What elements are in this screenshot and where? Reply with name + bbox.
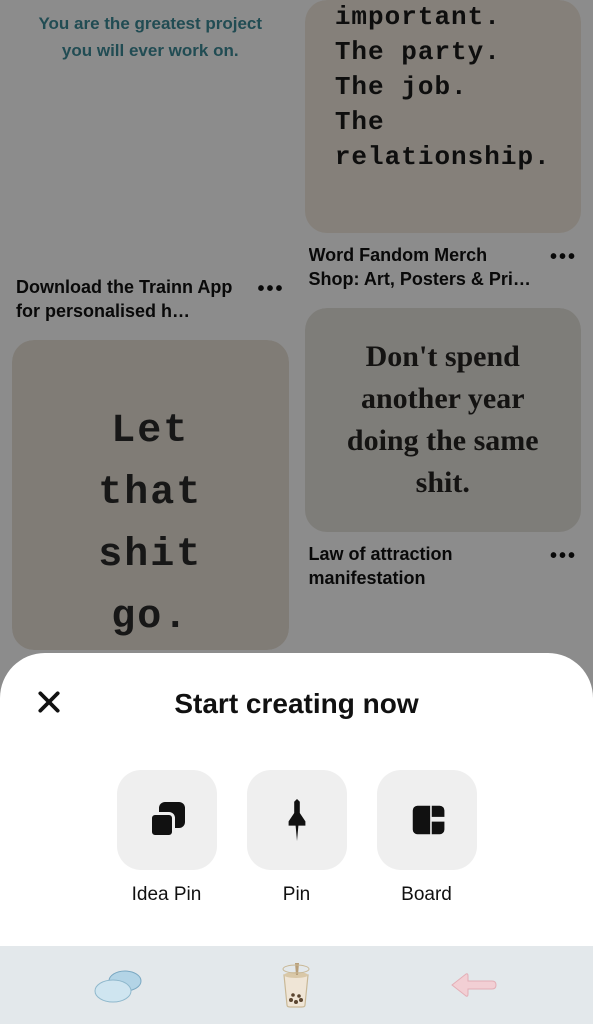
create-option-idea-pin[interactable]: Idea Pin: [117, 770, 217, 906]
create-option-label: Idea Pin: [132, 884, 202, 906]
create-option-pin[interactable]: Pin: [247, 770, 347, 906]
arrow-left-icon[interactable]: [444, 970, 504, 1000]
bottom-nav-bar: [0, 946, 593, 1024]
close-icon[interactable]: [36, 687, 62, 721]
create-option-label: Pin: [283, 884, 310, 906]
create-options: Idea Pin Pin Board: [24, 770, 569, 906]
sheet-title: Start creating now: [24, 688, 569, 720]
cloud-icon[interactable]: [89, 967, 149, 1003]
sheet-header: Start creating now: [24, 688, 569, 720]
create-option-label: Board: [401, 884, 452, 906]
create-sheet: Start creating now Idea Pin Pin: [0, 653, 593, 1024]
pin-icon[interactable]: [247, 770, 347, 870]
idea-pin-icon[interactable]: [117, 770, 217, 870]
board-icon[interactable]: [377, 770, 477, 870]
boba-cup-icon[interactable]: [266, 961, 326, 1009]
create-option-board[interactable]: Board: [377, 770, 477, 906]
